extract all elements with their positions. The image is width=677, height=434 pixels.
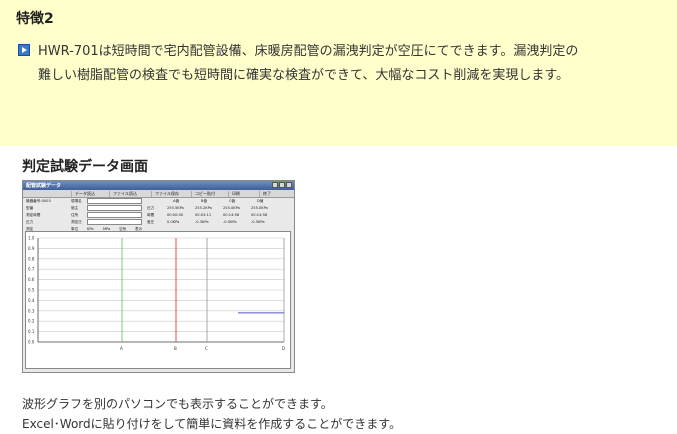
caption-line1: 波形グラフを別のパソコンでも表示することができます。 (22, 397, 333, 411)
y-tick-label: 0.8 (28, 256, 35, 261)
window-titlebar: 配管試験データ (23, 181, 294, 190)
play-bullet-icon (18, 44, 30, 56)
owner-field[interactable] (87, 205, 142, 211)
y-tick-label: 1.0 (28, 236, 35, 241)
waveform-svg: 1.0 0.9 0.8 0.7 0.6 0.5 0.4 0.3 0.2 0.1 0.0 A B C D (28, 236, 285, 352)
pressure-c: 255.0KPa (223, 206, 240, 210)
feature-title: 特徴2 (16, 11, 54, 27)
address-field[interactable] (87, 212, 142, 218)
info-col-d: D値 (257, 199, 264, 203)
site-field[interactable] (87, 198, 142, 204)
info-date-label: 測定日 (71, 220, 82, 224)
pressure-a: 255.5KPa (167, 206, 184, 210)
waveform-chart: 1.0 0.9 0.8 0.7 0.6 0.5 0.4 0.3 0.2 0.1 0.0 A B C D (25, 231, 291, 369)
diff-a: 0.0KPa (167, 220, 180, 224)
y-tick-label: 0.6 (28, 277, 35, 282)
pressure-d: 255.0KPa (251, 206, 268, 210)
time-c: 00:14:58 (223, 213, 240, 217)
close-icon[interactable] (286, 182, 292, 188)
time-a: 00:00:00 (167, 213, 184, 217)
feature-text-line1: HWR-701は短時間で宅内配管設備、床暖房配管の漏洩判定が空圧にてできます。漏… (38, 44, 579, 59)
window-title: 配管試験データ (26, 183, 62, 189)
marker-label: D (282, 346, 285, 351)
y-tick-label: 0.5 (28, 288, 35, 293)
maximize-icon[interactable] (279, 182, 285, 188)
feature-box: 特徴2 HWR-701は短時間で宅内配管設備、床暖房配管の漏洩判定が空圧にてでき… (0, 0, 677, 146)
y-tick-label: 0.1 (28, 329, 35, 334)
menu-load-file[interactable]: ファイル読込 (109, 191, 140, 197)
info-col-b: B値 (201, 199, 208, 203)
menu-exit[interactable]: 終了 (259, 191, 274, 197)
y-tick-label: 0.4 (28, 298, 35, 303)
diff-c: -0.5KPa (223, 220, 237, 224)
diff-d: -0.5KPa (251, 220, 265, 224)
feature-text-line2: 難しい樹脂配管の検査でも短時間に確実な検査ができて、大幅なコスト削減を実現します… (38, 68, 570, 83)
time-b: 00:03:11 (195, 213, 212, 217)
y-tick-label: 0.9 (28, 246, 35, 251)
menu-load-data[interactable]: データ読込 (71, 191, 98, 197)
info-pressure-row-label: 圧力 (26, 220, 34, 224)
y-tick-label: 0.7 (28, 267, 35, 272)
diff-b: -0.3KPa (195, 220, 209, 224)
info-model-label: 型番 (26, 206, 34, 210)
section-title: 判定試験データ画面 (22, 159, 148, 175)
info-col-a: A値 (173, 199, 180, 203)
date-field[interactable] (87, 219, 142, 225)
info-time-label: 測定時間 (26, 213, 41, 217)
info-address-label: 住所 (71, 213, 79, 217)
minimize-icon[interactable] (272, 182, 278, 188)
caption: 波形グラフを別のパソコンでも表示することができます。 Excel･Wordに貼り… (22, 394, 401, 434)
time-d: 00:14:58 (251, 213, 268, 217)
pressure-b: 255.2KPa (195, 206, 212, 210)
info-site-label: 現場名 (71, 199, 82, 203)
info-diff-label: 差圧 (147, 220, 155, 224)
info-device-number: 機器番号:0003 (26, 199, 51, 203)
marker-label: C (205, 346, 208, 351)
info-duration-label: 時間 (147, 213, 155, 217)
caption-line2: Excel･Wordに貼り付けをして簡単に資料を作成することができます。 (22, 417, 402, 431)
menu-save-file[interactable]: ファイル保存 (151, 191, 182, 197)
menu-copy-paste[interactable]: コピー貼付 (191, 191, 218, 197)
window-menu: データ読込 ファイル読込 ファイル保存 コピー貼付 印刷 終了 (23, 190, 294, 198)
y-tick-label: 0.2 (28, 319, 35, 324)
window-controls (271, 182, 292, 189)
marker-label: A (120, 346, 123, 351)
y-tick-label: 0.0 (28, 340, 35, 345)
screenshot-window: 配管試験データ データ読込 ファイル読込 ファイル保存 コピー貼付 印刷 終了 … (22, 180, 295, 373)
feature-description: HWR-701は短時間で宅内配管設備、床暖房配管の漏洩判定が空圧にてできます。漏… (18, 40, 668, 88)
marker-label: B (174, 346, 177, 351)
info-col-c: C値 (229, 199, 236, 203)
y-tick-label: 0.3 (28, 308, 35, 313)
menu-print[interactable]: 印刷 (228, 191, 243, 197)
info-owner-label: 施主 (71, 206, 79, 210)
info-pressure-label: 圧力 (147, 206, 155, 210)
